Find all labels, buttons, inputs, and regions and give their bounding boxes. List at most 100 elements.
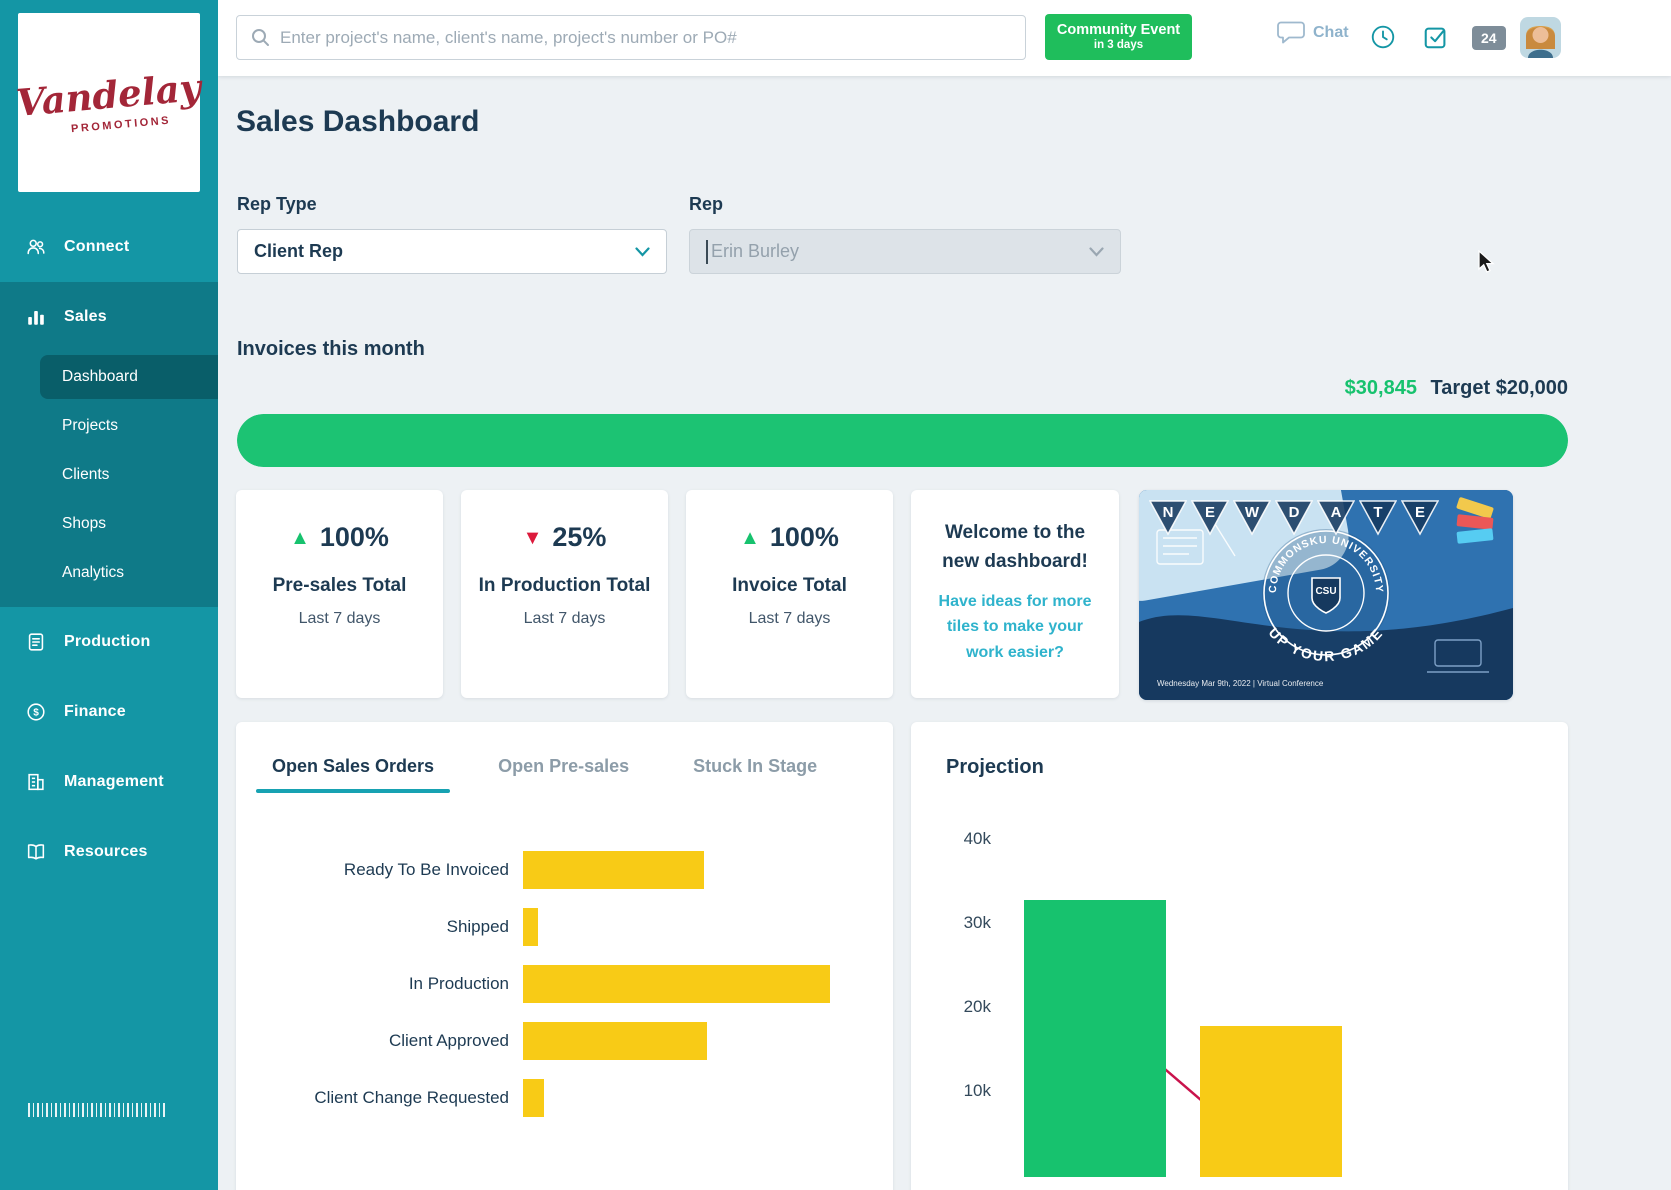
sidebar-item-clients[interactable]: Clients [0, 450, 218, 499]
trend-arrow: ▲ [290, 528, 310, 548]
stat-percent: 25% [552, 522, 606, 553]
stat-card-invoice: ▲ 100% Invoice Total Last 7 days [686, 490, 893, 698]
stat-title: Pre-sales Total [236, 575, 443, 597]
rep-label: Rep [689, 194, 1121, 215]
mouse-cursor [1477, 250, 1499, 274]
feedback-link[interactable]: Have ideas for more tiles to make your w… [929, 589, 1101, 666]
bar-category-label: Shipped [236, 917, 523, 937]
search-input[interactable] [280, 28, 1011, 48]
book-icon [25, 841, 47, 863]
banner-pennants: N E W D A T E [1149, 500, 1439, 536]
chevron-down-icon [1089, 247, 1104, 257]
banner-footer-text: Wednesday Mar 9th, 2022 | Virtual Confer… [1157, 679, 1324, 688]
welcome-title-line2: new dashboard! [911, 547, 1119, 576]
sidebar-item-management[interactable]: Management [0, 747, 218, 817]
sidebar: Vandelay PROMOTIONS Connect [0, 0, 218, 1190]
community-event-button[interactable]: Community Event in 3 days [1045, 14, 1192, 60]
stat-title: In Production Total [461, 575, 668, 597]
invoice-target-line: $30,845 Target $20,000 [1345, 377, 1568, 400]
y-axis-tick-10k: 10k [929, 1081, 991, 1101]
clock-icon[interactable] [1368, 22, 1398, 52]
sidebar-subitem-label: Clients [62, 466, 109, 484]
rep-type-field: Rep Type Client Rep [237, 194, 667, 274]
y-axis-tick-30k: 30k [929, 913, 991, 933]
sidebar-sales-section: Sales Dashboard Projects Clients Shops A… [0, 282, 218, 607]
bar-client-approved [523, 1022, 707, 1060]
notification-count-badge[interactable]: 24 [1472, 26, 1506, 50]
bar-category-label: Client Change Requested [236, 1088, 523, 1108]
sidebar-item-connect[interactable]: Connect [0, 212, 218, 282]
sidebar-item-shops[interactable]: Shops [0, 499, 218, 548]
bar-category-label: Client Approved [236, 1031, 523, 1051]
pennant-flag: E [1401, 500, 1439, 536]
stat-subtitle: Last 7 days [236, 610, 443, 628]
sidebar-item-finance[interactable]: $ Finance [0, 677, 218, 747]
chat-button[interactable]: Chat [1276, 20, 1349, 46]
chevron-down-icon [635, 247, 650, 257]
dollar-icon: $ [25, 701, 47, 723]
orders-tabs: Open Sales Orders Open Pre-sales Stuck I… [264, 750, 825, 793]
tab-stuck-in-stage[interactable]: Stuck In Stage [685, 750, 825, 793]
sidebar-item-analytics[interactable]: Analytics [0, 548, 218, 597]
stat-subtitle: Last 7 days [461, 610, 668, 628]
sidebar-subitem-label: Shops [62, 515, 106, 533]
bar-category-label: Ready To Be Invoiced [236, 860, 523, 880]
y-axis-tick-20k: 20k [929, 997, 991, 1017]
rep-select[interactable]: Erin Burley [689, 229, 1121, 274]
pennant-flag: N [1149, 500, 1187, 536]
global-search [236, 15, 1026, 60]
sidebar-item-label: Sales [64, 308, 107, 326]
invoices-section-title: Invoices this month [237, 338, 425, 361]
community-event-subtitle: in 3 days [1094, 40, 1143, 52]
sidebar-nav: Connect Sales Dashboard [0, 212, 218, 887]
pennant-flag: E [1191, 500, 1229, 536]
tasks-icon[interactable] [1421, 22, 1451, 52]
sidebar-subitem-label: Analytics [62, 564, 124, 582]
stat-card-in-production: ▼ 25% In Production Total Last 7 days [461, 490, 668, 698]
rep-value: Erin Burley [711, 241, 1089, 262]
barcode-artifact [28, 1103, 168, 1117]
bar-row: Client Change Requested [236, 1069, 893, 1126]
sidebar-item-label: Connect [64, 238, 129, 256]
pennant-flag: D [1275, 500, 1313, 536]
sidebar-item-label: Resources [64, 843, 148, 861]
sidebar-subitem-label: Projects [62, 417, 118, 435]
event-banner[interactable]: COMMONSKU UNIVERSITY CSU UP YOUR GAME We… [1139, 490, 1513, 700]
sidebar-item-production[interactable]: Production [0, 607, 218, 677]
sidebar-item-dashboard[interactable]: Dashboard [40, 355, 218, 399]
users-icon [25, 236, 47, 258]
company-logo[interactable]: Vandelay PROMOTIONS [18, 13, 200, 192]
projection-panel: Projection 40k30k20k10k [911, 722, 1568, 1190]
welcome-card: Welcome to the new dashboard! Have ideas… [911, 490, 1119, 698]
sidebar-item-projects[interactable]: Projects [0, 401, 218, 450]
rep-field: Rep Erin Burley [689, 194, 1121, 274]
rep-type-select[interactable]: Client Rep [237, 229, 667, 274]
banner-badge-text: CSU [1315, 586, 1336, 597]
community-event-title: Community Event [1057, 23, 1180, 38]
logo-wordmark: Vandelay [15, 65, 203, 125]
tab-open-sales-orders[interactable]: Open Sales Orders [264, 750, 442, 793]
invoice-target: Target $20,000 [1431, 377, 1569, 399]
sidebar-subitem-label: Dashboard [62, 368, 138, 386]
bar-ready-to-be-invoiced [523, 851, 704, 889]
trend-arrow: ▲ [740, 528, 760, 548]
tab-open-pre-sales[interactable]: Open Pre-sales [490, 750, 637, 793]
open-sales-orders-chart: Ready To Be Invoiced Shipped In Production… [236, 841, 893, 1126]
sidebar-item-label: Finance [64, 703, 126, 721]
bar-row: In Production [236, 955, 893, 1012]
page-title: Sales Dashboard [236, 105, 479, 139]
sidebar-item-sales[interactable]: Sales [0, 282, 218, 352]
stat-title: Invoice Total [686, 575, 893, 597]
topbar: Community Event in 3 days Chat 24 [218, 0, 1671, 76]
invoice-progress-bar [237, 414, 1568, 467]
bar-shipped [523, 908, 538, 946]
invoice-progress-fill [237, 414, 1568, 467]
bar-chart-icon [25, 306, 47, 328]
invoice-amount: $30,845 [1345, 377, 1417, 399]
sidebar-item-label: Production [64, 633, 150, 651]
bar-row: Client Approved [236, 1012, 893, 1069]
sidebar-item-resources[interactable]: Resources [0, 817, 218, 887]
user-avatar[interactable] [1520, 17, 1561, 58]
svg-text:$: $ [33, 708, 39, 719]
search-icon [251, 28, 270, 47]
